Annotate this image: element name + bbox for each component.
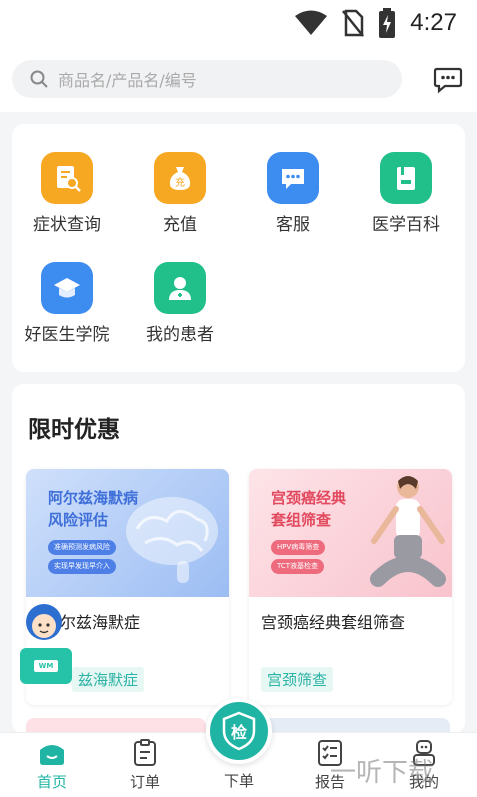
grid-item-recharge[interactable]: 充 充值	[125, 152, 235, 235]
banner-title-line: 风险评估	[48, 511, 109, 529]
encyclopedia-icon	[380, 152, 432, 204]
watermark: 一听下载	[330, 758, 435, 788]
tab-home[interactable]: 首页	[12, 739, 92, 792]
section-title: 限时优惠	[28, 417, 120, 443]
tab-label: 首页	[36, 773, 67, 791]
grid-item-label: 医学百科	[372, 215, 440, 235]
grid-item-label: 充值	[163, 215, 197, 235]
grid-item-symptom-search[interactable]: 症状查询	[12, 152, 122, 235]
feature-grid: 症状查询 充 充值 客服 医学百科 好医生学院 我的患者	[12, 124, 465, 372]
yoga-woman-image	[370, 476, 446, 587]
banner-title-line: 阿尔兹海默病	[48, 489, 139, 507]
home-icon	[37, 739, 67, 767]
grid-item-label: 症状查询	[33, 215, 101, 235]
banner-title: 宫颈癌经典 套组筛查	[271, 487, 346, 531]
search-placeholder: 商品名/产品名/编号	[58, 71, 197, 90]
message-button[interactable]	[433, 64, 463, 94]
feature-pill: HPV病毒筛查	[271, 540, 326, 555]
tab-label: 订单	[129, 773, 160, 791]
svg-text:充: 充	[175, 176, 185, 189]
place-order-button[interactable]: 检	[206, 698, 272, 764]
grid-item-my-patients[interactable]: 我的患者	[125, 262, 235, 345]
tab-orders[interactable]: 订单	[105, 739, 185, 792]
place-order-label: 下单	[223, 772, 254, 790]
product-tag: 宫颈筛查	[261, 667, 334, 692]
place-order-icon-text: 检	[230, 723, 247, 742]
graduation-cap-icon	[41, 262, 93, 314]
chat-icon	[267, 152, 319, 204]
grid-item-academy[interactable]: 好医生学院	[12, 262, 122, 345]
product-name: 宫颈癌经典套组筛查	[261, 613, 406, 632]
symptom-search-icon	[41, 152, 93, 204]
banner-title-line: 宫颈癌经典	[271, 489, 347, 507]
grid-item-label: 我的患者	[146, 325, 214, 345]
grid-item-label: 客服	[276, 215, 310, 235]
banner-title: 阿尔兹海默病 风险评估	[48, 487, 138, 531]
mascot-icon	[20, 604, 72, 684]
no-sim-icon	[342, 9, 365, 37]
promotions-section: 限时优惠 阿尔兹海默病 风险评估 准确预测发病风险 实现早发现早介入 尔兹海默症…	[12, 384, 465, 734]
search-icon	[30, 70, 48, 88]
grid-item-encyclopedia[interactable]: 医学百科	[351, 152, 461, 235]
product-card-peek	[250, 718, 450, 732]
orders-icon	[130, 739, 160, 767]
status-bar: 4:27	[0, 0, 477, 50]
feature-pill: 实现早发现早介入	[48, 559, 116, 574]
product-banner: 宫颈癌经典 套组筛查 HPV病毒筛查 TCT液基检查	[249, 469, 452, 597]
battery-charging-icon	[379, 8, 396, 38]
wifi-icon	[295, 10, 328, 35]
grid-item-customer-service[interactable]: 客服	[238, 152, 348, 235]
money-bag-icon: 充	[154, 152, 206, 204]
status-time: 4:27	[410, 9, 457, 36]
message-icon	[433, 67, 463, 94]
product-card-peek	[26, 718, 206, 732]
feature-pill: TCT液基检查	[271, 559, 325, 574]
mascot-float-button[interactable]: WM	[16, 600, 76, 692]
product-banner: 阿尔兹海默病 风险评估 准确预测发病风险 实现早发现早介入	[26, 469, 229, 597]
grid-item-label: 好医生学院	[24, 325, 110, 345]
search-input[interactable]: 商品名/产品名/编号	[12, 60, 402, 98]
banner-title-line: 套组筛查	[271, 511, 332, 529]
header: 商品名/产品名/编号	[0, 50, 477, 112]
product-tag: 兹海默症	[72, 667, 145, 692]
feature-pill: 准确预测发病风险	[48, 540, 116, 555]
mascot-badge: WM	[38, 662, 54, 670]
product-card-cervical[interactable]: 宫颈癌经典 套组筛查 HPV病毒筛查 TCT液基检查 宫颈癌经典套组筛查 宫颈筛…	[249, 469, 452, 705]
patient-icon	[154, 262, 206, 314]
